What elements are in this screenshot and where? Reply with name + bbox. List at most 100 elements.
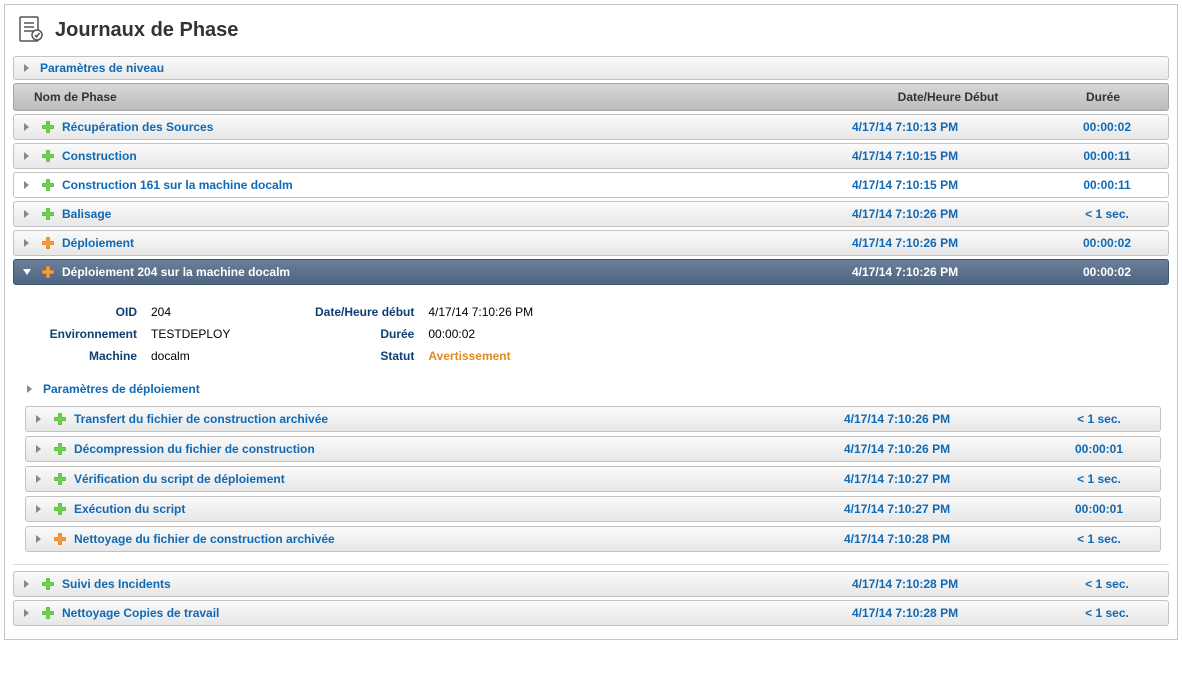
prop-machine-value: docalm — [145, 346, 236, 366]
expand-icon[interactable] — [20, 606, 34, 620]
phase-duration: < 1 sec. — [1052, 207, 1162, 221]
phase-row[interactable]: Suivi des Incidents4/17/14 7:10:28 PM< 1… — [13, 571, 1169, 597]
phase-row[interactable]: Construction 161 sur la machine docalm 4/… — [13, 172, 1169, 198]
expand-icon[interactable] — [20, 577, 34, 591]
phase-duration: < 1 sec. — [1044, 532, 1154, 546]
expand-icon[interactable] — [20, 149, 34, 163]
deploy-params-row[interactable]: Paramètres de déploiement — [21, 378, 1161, 406]
phase-duration: 00:00:11 — [1052, 178, 1162, 192]
phase-date: 4/17/14 7:10:26 PM — [844, 412, 1044, 426]
prop-env-label: Environnement — [23, 324, 143, 344]
phase-log-panel: Journaux de Phase Paramètres de niveau N… — [4, 4, 1178, 640]
phase-duration: 00:00:01 — [1044, 502, 1154, 516]
phase-date: 4/17/14 7:10:28 PM — [844, 532, 1044, 546]
plus-ok-icon — [40, 177, 56, 193]
expand-icon[interactable] — [20, 61, 34, 75]
expand-icon[interactable] — [32, 532, 46, 546]
phase-date: 4/17/14 7:10:26 PM — [852, 207, 1052, 221]
phase-row-active[interactable]: Déploiement 204 sur la machine docalm 4/… — [13, 259, 1169, 285]
prop-oid-label: OID — [23, 302, 143, 322]
phase-duration: 00:00:01 — [1044, 442, 1154, 456]
column-header-duration: Durée — [1048, 90, 1158, 104]
column-header-row: Nom de Phase Date/Heure Début Durée — [13, 83, 1169, 111]
phase-label[interactable]: Exécution du script — [74, 502, 185, 516]
phase-label[interactable]: Vérification du script de déploiement — [74, 472, 285, 486]
page-title: Journaux de Phase — [55, 19, 238, 42]
phase-label[interactable]: Balisage — [62, 207, 111, 221]
phase-date: 4/17/14 7:10:15 PM — [852, 178, 1052, 192]
phase-date: 4/17/14 7:10:26 PM — [844, 442, 1044, 456]
plus-ok-icon — [40, 605, 56, 621]
expand-icon[interactable] — [32, 502, 46, 516]
level-params-row[interactable]: Paramètres de niveau — [13, 56, 1169, 80]
phase-duration: < 1 sec. — [1052, 577, 1162, 591]
plus-ok-icon — [40, 576, 56, 592]
plus-warn-icon — [40, 235, 56, 251]
collapse-icon[interactable] — [20, 265, 34, 279]
phase-label[interactable]: Déploiement — [62, 236, 134, 250]
phase-date: 4/17/14 7:10:27 PM — [844, 472, 1044, 486]
plus-ok-icon — [40, 119, 56, 135]
document-check-icon — [17, 15, 45, 46]
prop-start-value: 4/17/14 7:10:26 PM — [422, 302, 539, 322]
phase-date: 4/17/14 7:10:28 PM — [852, 606, 1052, 620]
expand-icon[interactable] — [20, 207, 34, 221]
phase-row[interactable]: Déploiement 4/17/14 7:10:26 PM00:00:02 — [13, 230, 1169, 256]
prop-oid-value: 204 — [145, 302, 236, 322]
phase-duration: 00:00:11 — [1052, 149, 1162, 163]
plus-ok-icon — [52, 441, 68, 457]
phase-duration: < 1 sec. — [1044, 472, 1154, 486]
phase-duration: < 1 sec. — [1052, 606, 1162, 620]
phase-row[interactable]: Décompression du fichier de construction… — [25, 436, 1161, 462]
level-params-label[interactable]: Paramètres de niveau — [40, 61, 164, 75]
prop-status-label: Statut — [300, 346, 420, 366]
phase-row[interactable]: Exécution du script 4/17/14 7:10:27 PM00:… — [25, 496, 1161, 522]
phase-duration: < 1 sec. — [1044, 412, 1154, 426]
prop-dur-label: Durée — [300, 324, 420, 344]
prop-machine-label: Machine — [23, 346, 143, 366]
expand-icon[interactable] — [23, 382, 37, 396]
phase-label[interactable]: Récupération des Sources — [62, 120, 213, 134]
phase-label[interactable]: Suivi des Incidents — [62, 577, 171, 591]
phase-label[interactable]: Construction 161 sur la machine docalm — [62, 178, 293, 192]
expand-icon[interactable] — [32, 412, 46, 426]
phase-label[interactable]: Décompression du fichier de construction — [74, 442, 315, 456]
prop-status-value: Avertissement — [422, 346, 539, 366]
expand-icon[interactable] — [20, 178, 34, 192]
phase-label[interactable]: Déploiement 204 sur la machine docalm — [62, 265, 290, 279]
phase-row[interactable]: Transfert du fichier de construction arc… — [25, 406, 1161, 432]
column-header-name: Nom de Phase — [34, 90, 848, 104]
phase-duration: 00:00:02 — [1052, 236, 1162, 250]
phase-label[interactable]: Transfert du fichier de construction arc… — [74, 412, 328, 426]
prop-dur-value: 00:00:02 — [422, 324, 539, 344]
plus-warn-icon — [40, 264, 56, 280]
phase-row[interactable]: Nettoyage du fichier de construction arc… — [25, 526, 1161, 552]
phase-properties: OID 204 Environnement TESTDEPLOY Machine… — [21, 296, 1161, 378]
expand-icon[interactable] — [32, 442, 46, 456]
phase-date: 4/17/14 7:10:27 PM — [844, 502, 1044, 516]
phase-date: 4/17/14 7:10:26 PM — [852, 265, 1052, 279]
phase-label[interactable]: Nettoyage Copies de travail — [62, 606, 219, 620]
phase-row[interactable]: Récupération des Sources 4/17/14 7:10:13 … — [13, 114, 1169, 140]
plus-ok-icon — [40, 148, 56, 164]
plus-ok-icon — [52, 501, 68, 517]
phase-label[interactable]: Construction — [62, 149, 137, 163]
phase-row[interactable]: Balisage 4/17/14 7:10:26 PM< 1 sec. — [13, 201, 1169, 227]
plus-warn-icon — [52, 531, 68, 547]
expand-icon[interactable] — [20, 120, 34, 134]
phase-row[interactable]: Nettoyage Copies de travail 4/17/14 7:10:… — [13, 600, 1169, 626]
expand-icon[interactable] — [20, 236, 34, 250]
column-header-date: Date/Heure Début — [848, 90, 1048, 104]
phase-date: 4/17/14 7:10:26 PM — [852, 236, 1052, 250]
phase-date: 4/17/14 7:10:15 PM — [852, 149, 1052, 163]
phase-row[interactable]: Vérification du script de déploiement 4/1… — [25, 466, 1161, 492]
phase-row[interactable]: Construction 4/17/14 7:10:15 PM00:00:11 — [13, 143, 1169, 169]
phase-date: 4/17/14 7:10:13 PM — [852, 120, 1052, 134]
expand-icon[interactable] — [32, 472, 46, 486]
prop-start-label: Date/Heure début — [300, 302, 420, 322]
prop-env-value: TESTDEPLOY — [145, 324, 236, 344]
plus-ok-icon — [40, 206, 56, 222]
deploy-params-label[interactable]: Paramètres de déploiement — [43, 382, 200, 396]
phase-detail-box: OID 204 Environnement TESTDEPLOY Machine… — [13, 288, 1169, 565]
phase-label[interactable]: Nettoyage du fichier de construction arc… — [74, 532, 335, 546]
